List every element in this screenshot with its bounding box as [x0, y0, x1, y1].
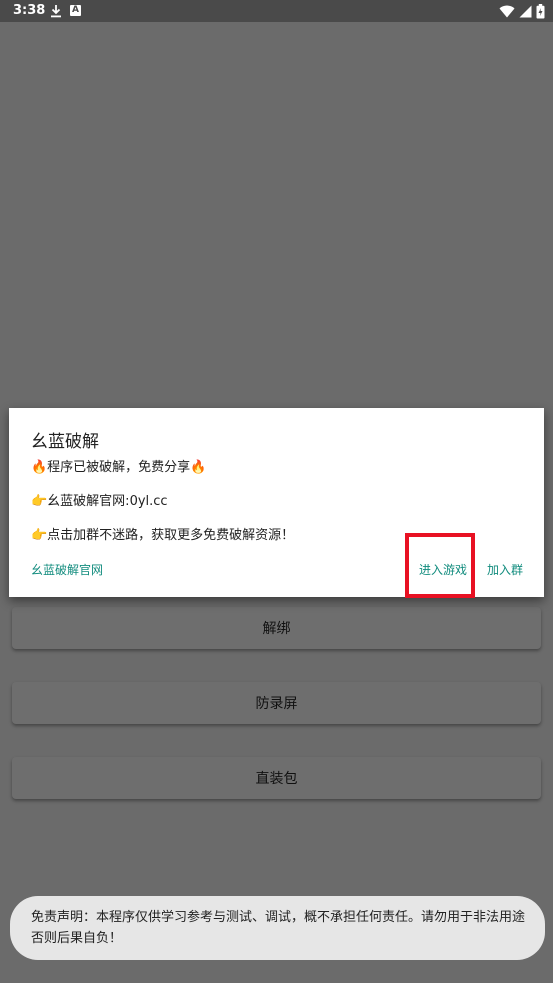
dialog-line-2: 👉幺蓝破解官网:0yl.cc	[31, 494, 168, 509]
status-right-icons	[499, 3, 545, 19]
battery-icon	[536, 3, 545, 18]
download-icon	[51, 5, 61, 18]
unbind-button[interactable]: 解绑	[12, 607, 541, 649]
direct-install-button[interactable]: 直装包	[12, 757, 541, 799]
highlight-box	[405, 533, 475, 598]
dialog-line-1: 🔥程序已被破解，免费分享🔥	[31, 460, 207, 475]
disclaimer-toast: 免责声明：本程序仅供学习参考与测试、调试，概不承担任何责任。请勿用于非法用途否则…	[10, 896, 545, 960]
status-time: 3:38	[13, 3, 46, 18]
status-bar: 3:38 A	[0, 0, 553, 22]
official-site-button[interactable]: 幺蓝破解官网	[31, 561, 103, 578]
join-group-button[interactable]: 加入群	[487, 561, 523, 578]
wifi-icon	[499, 5, 515, 17]
dialog-title: 幺蓝破解	[31, 432, 99, 452]
anti-record-button[interactable]: 防录屏	[12, 682, 541, 724]
signal-icon	[519, 5, 532, 17]
a-badge-icon: A	[70, 5, 81, 16]
dialog-line-3: 👉点击加群不迷路，获取更多免费破解资源！	[31, 528, 295, 543]
